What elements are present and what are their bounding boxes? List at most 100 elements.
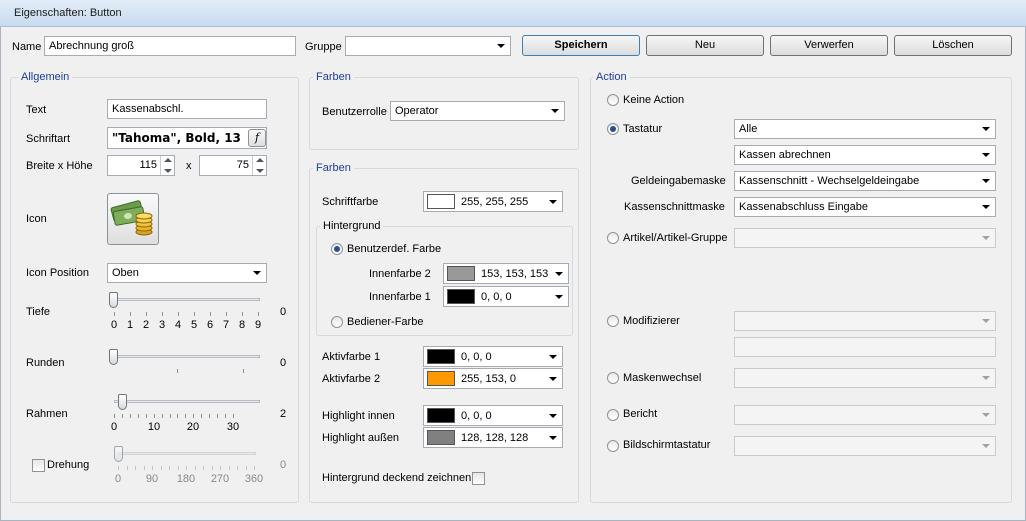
custom-color-radio[interactable] [331,243,343,255]
keyboard-value-2: Kassen abrechnen [739,149,831,161]
depth-slider-track[interactable] [110,298,260,301]
highlight-inner-select[interactable]: 0, 0, 0 [423,405,563,426]
slider-tick-label: 270 [210,473,230,485]
icon-position-select[interactable]: Oben [107,263,267,283]
icon-position-label: Icon Position [26,267,89,279]
modifier-input[interactable] [734,337,996,357]
font-color-select[interactable]: 255, 255, 255 [423,191,563,212]
round-label: Runden [26,357,65,369]
spin-up-icon[interactable] [256,158,264,162]
chevron-down-icon [549,435,557,440]
screen-keyboard-select[interactable] [734,436,996,456]
slider-tick [178,312,179,316]
icon-label: Icon [26,213,47,225]
keyboard-select-2[interactable]: Kassen abrechnen [734,145,996,165]
slider-tick [144,466,145,470]
name-input[interactable]: Abrechnung groß [44,36,296,56]
highlight-outer-select[interactable]: 128, 128, 128 [423,427,563,448]
slider-tick-label: 30 [226,421,240,433]
inner1-swatch [447,289,475,304]
round-slider-track[interactable] [110,355,260,358]
slider-tick [229,466,230,470]
cash-mask-value: Kassenschnitt - Wechselgeldeingabe [739,175,920,187]
operator-color-radio[interactable] [331,316,343,328]
frame-slider-track[interactable] [114,400,260,403]
mask-change-radio[interactable] [607,372,619,384]
article-radio[interactable] [607,232,619,244]
opaque-background-checkbox[interactable] [472,472,485,485]
rotation-label: Drehung [47,459,90,471]
group-label: Gruppe [305,41,342,53]
rotation-checkbox[interactable] [32,459,45,472]
font-field[interactable]: "Tahoma", Bold, 13 [107,127,267,149]
slider-tick [242,312,243,316]
font-value: "Tahoma", Bold, 13 [112,131,241,145]
height-spinbox[interactable]: 75 [199,155,267,176]
slider-tick [226,312,227,316]
chevron-down-icon [549,376,557,381]
font-picker-button[interactable]: f [248,129,266,147]
icon-picker-button[interactable] [107,193,159,245]
delete-button[interactable]: Löschen [894,35,1012,56]
keyboard-radio[interactable] [607,123,619,135]
chevron-down-icon [982,413,990,417]
chevron-down-icon [982,205,990,209]
slider-tick [169,466,170,470]
slider-tick [212,466,213,470]
active2-select[interactable]: 255, 153, 0 [423,368,563,389]
spin-down-icon[interactable] [256,169,264,173]
slider-tick [201,414,202,418]
cash-mask-select[interactable]: Kassenschnitt - Wechselgeldeingabe [734,171,996,191]
depth-slider-thumb[interactable] [109,292,118,308]
slider-tick-label: 180 [176,473,196,485]
title-bar: Eigenschaften: Button [0,0,1026,27]
width-spinbox[interactable]: 115 [107,155,175,176]
slider-tick [177,414,178,418]
article-select[interactable] [734,228,996,248]
modifier-radio[interactable] [607,315,619,327]
highlight-inner-label: Highlight innen [322,410,395,422]
discard-button[interactable]: Verwerfen [770,35,888,56]
rotation-slider-thumb[interactable] [114,446,123,462]
height-spin-buttons[interactable] [252,156,266,175]
spin-down-icon[interactable] [164,169,172,173]
slider-tick [130,312,131,316]
screen-keyboard-radio[interactable] [607,440,619,452]
active1-label: Aktivfarbe 1 [322,351,381,363]
inner1-select[interactable]: 0, 0, 0 [443,286,569,307]
keyboard-select[interactable]: Alle [734,119,996,139]
slider-tick [146,312,147,316]
chevron-down-icon [982,236,990,240]
new-button[interactable]: Neu [646,35,764,56]
role-select[interactable]: Operator [390,101,565,121]
spin-up-icon[interactable] [164,158,172,162]
rotation-slider-track[interactable] [118,452,256,455]
inner2-value: 153, 153, 153 [481,268,549,280]
slider-tick [114,414,115,418]
slider-tick [209,414,210,418]
frame-slider-thumb[interactable] [118,394,127,410]
slider-tick-label: 0 [110,421,118,433]
round-slider-thumb[interactable] [109,349,118,365]
slider-tick-label: 9 [254,319,262,331]
text-input[interactable]: Kassenabschl. [107,99,267,119]
active1-value: 0, 0, 0 [461,351,492,363]
no-action-radio[interactable] [607,94,619,106]
mask-change-select[interactable] [734,368,996,388]
report-radio[interactable] [607,409,619,421]
slider-tick [162,312,163,316]
inner2-select[interactable]: 153, 153, 153 [443,263,569,284]
save-button[interactable]: Speichern [522,35,640,56]
cut-mask-select[interactable]: Kassenabschluss Eingabe [734,197,996,217]
slider-tick-label: 90 [145,473,159,485]
group-select[interactable] [345,36,511,56]
inner2-swatch [447,266,475,281]
font-color-swatch [427,194,455,209]
modifier-select[interactable] [734,311,996,331]
active1-select[interactable]: 0, 0, 0 [423,346,563,367]
report-select[interactable] [734,405,996,425]
width-spin-buttons[interactable] [160,156,174,175]
slider-tick [152,466,153,470]
article-label: Artikel/Artikel-Gruppe [623,232,728,244]
action-group-title: Action [593,71,630,83]
